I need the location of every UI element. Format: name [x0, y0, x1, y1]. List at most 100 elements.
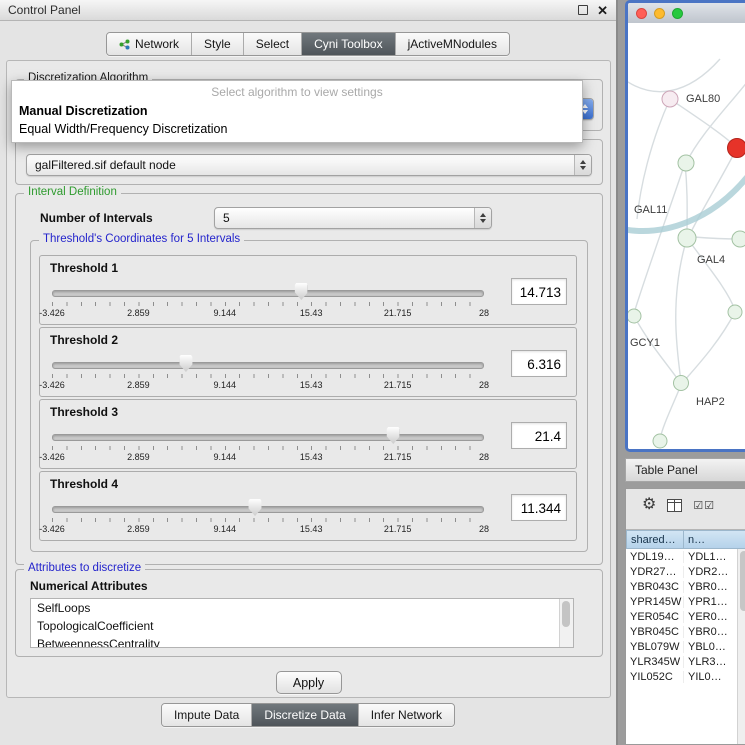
- slider-track[interactable]: [52, 290, 484, 297]
- tab-select[interactable]: Select: [243, 33, 301, 55]
- number-of-intervals-label: Number of Intervals: [40, 211, 153, 225]
- algorithm-dropdown-list: Select algorithm to view settings Manual…: [11, 80, 583, 143]
- node-gal4[interactable]: [678, 229, 696, 247]
- threshold-4-label: Threshold 4: [50, 477, 118, 491]
- apply-button[interactable]: Apply: [276, 671, 342, 694]
- tab-jactivemnodules[interactable]: jActiveMNodules: [395, 33, 509, 55]
- columns-icon[interactable]: [667, 499, 682, 512]
- interval-definition-group-title: Interval Definition: [24, 186, 121, 198]
- tab-infer-network[interactable]: Infer Network: [358, 704, 454, 726]
- slider-thumb[interactable]: [295, 283, 308, 300]
- threshold-3-slider[interactable]: -3.426 2.859 9.144 15.43 21.715 28: [52, 426, 484, 464]
- interval-definition-group: Interval Definition Number of Intervals …: [15, 193, 603, 565]
- tick-label: -3.426: [39, 524, 65, 534]
- top-tab-bar: Network Style Select Cyni Toolbox jActiv…: [0, 32, 616, 56]
- column-header-name[interactable]: n…: [684, 530, 745, 549]
- float-window-icon[interactable]: [578, 5, 588, 15]
- table-row[interactable]: YBR045C YBR0…: [626, 624, 745, 639]
- threshold-3-value-field[interactable]: 21.4: [511, 422, 567, 449]
- table-scrollbar[interactable]: [737, 549, 745, 744]
- table-row[interactable]: YBL079W YBL0…: [626, 639, 745, 654]
- node[interactable]: [653, 434, 667, 448]
- threshold-4-value-field[interactable]: 11.344: [511, 494, 567, 521]
- tick-label: 28: [479, 308, 489, 318]
- node-gcy1[interactable]: [628, 309, 641, 323]
- close-traffic-light-icon[interactable]: [636, 8, 647, 19]
- node-label-gal11: GAL11: [634, 204, 667, 216]
- tick-label: 21.715: [384, 452, 412, 462]
- tick-label: -3.426: [39, 452, 65, 462]
- table-row[interactable]: YDL19… YDL1…: [626, 549, 745, 564]
- table-panel-title: Table Panel: [635, 463, 698, 477]
- list-item[interactable]: BetweennessCentrality: [31, 635, 573, 648]
- slider-thumb[interactable]: [179, 355, 192, 372]
- slider-track[interactable]: [52, 362, 484, 369]
- slider-ticks: [52, 374, 484, 378]
- table-data-combo-value: galFiltered.sif default node: [35, 158, 574, 172]
- threshold-4-slider[interactable]: -3.426 2.859 9.144 15.43 21.715 28: [52, 498, 484, 536]
- select-rows-icons[interactable]: ☑☑: [693, 499, 715, 512]
- tick-label: 9.144: [214, 452, 237, 462]
- table-data-group: Table Data galFiltered.sif default node: [15, 139, 603, 185]
- table-row[interactable]: YBR043C YBR0…: [626, 579, 745, 594]
- threshold-1-value-field[interactable]: 14.713: [511, 278, 567, 305]
- list-item[interactable]: TopologicalCoefficient: [31, 617, 573, 635]
- gear-icon[interactable]: ⚙: [642, 497, 656, 513]
- list-scrollbar[interactable]: [559, 599, 573, 647]
- tab-style[interactable]: Style: [191, 33, 243, 55]
- dropdown-item-manual-discretization[interactable]: Manual Discretization: [12, 102, 582, 120]
- table-row[interactable]: YPR145W YPR1…: [626, 594, 745, 609]
- close-icon[interactable]: ✕: [597, 4, 608, 17]
- tick-label: 9.144: [214, 308, 237, 318]
- slider-thumb[interactable]: [387, 427, 400, 444]
- tick-label: 2.859: [127, 452, 150, 462]
- table-row[interactable]: YER054C YER0…: [626, 609, 745, 624]
- control-panel-titlebar[interactable]: Control Panel ✕: [0, 0, 616, 21]
- tick-label: 9.144: [214, 380, 237, 390]
- slider-ticks: [52, 302, 484, 306]
- tick-label: 28: [479, 380, 489, 390]
- slider-track[interactable]: [52, 434, 484, 441]
- threshold-2-slider[interactable]: -3.426 2.859 9.144 15.43 21.715 28: [52, 354, 484, 392]
- slider-track[interactable]: [52, 506, 484, 513]
- table-row[interactable]: YIL052C YIL0…: [626, 669, 745, 684]
- tab-impute-data[interactable]: Impute Data: [162, 704, 251, 726]
- list-item[interactable]: SelfLoops: [31, 599, 573, 617]
- dropdown-item-equal-width-frequency[interactable]: Equal Width/Frequency Discretization: [12, 120, 582, 138]
- numerical-attributes-list[interactable]: SelfLoops TopologicalCoefficient Between…: [30, 598, 574, 648]
- tab-discretize-data[interactable]: Discretize Data: [251, 704, 357, 726]
- tick-label: -3.426: [39, 380, 65, 390]
- tick-label: 15.43: [300, 380, 323, 390]
- node-hap2[interactable]: [674, 376, 689, 391]
- node[interactable]: [732, 231, 745, 247]
- tab-network[interactable]: Network: [107, 33, 191, 55]
- table-data-combo[interactable]: galFiltered.sif default node: [26, 154, 592, 176]
- threshold-2-panel: Threshold 2 -3.426 2.859 9.144 15.43 21.…: [39, 327, 577, 397]
- tick-label: 15.43: [300, 308, 323, 318]
- slider-thumb[interactable]: [249, 499, 262, 516]
- network-window-titlebar[interactable]: [628, 3, 745, 24]
- tick-label: 28: [479, 452, 489, 462]
- zoom-traffic-light-icon[interactable]: [672, 8, 683, 19]
- attributes-group: Attributes to discretize Numerical Attri…: [15, 569, 603, 657]
- network-view-window[interactable]: GAL80 GAL11 GAL4 GCY1 HAP2: [625, 0, 745, 452]
- tab-cyni-toolbox[interactable]: Cyni Toolbox: [301, 33, 394, 55]
- threshold-1-slider[interactable]: -3.426 2.859 9.144 15.43 21.715 28: [52, 282, 484, 320]
- node-label-hap2: HAP2: [696, 396, 725, 408]
- node[interactable]: [678, 155, 694, 171]
- table-row[interactable]: YDR27… YDR2…: [626, 564, 745, 579]
- cyni-toolbox-panel: Discretization Algorithm Select algorith…: [6, 60, 611, 698]
- network-canvas[interactable]: GAL80 GAL11 GAL4 GCY1 HAP2: [628, 23, 745, 449]
- node-table: shared… n… YDL19… YDL1… YDR27… YDR2… YBR…: [626, 529, 745, 744]
- table-row[interactable]: YLR345W YLR3…: [626, 654, 745, 669]
- dropdown-placeholder: Select algorithm to view settings: [12, 81, 582, 102]
- number-of-intervals-combo[interactable]: 5: [214, 207, 492, 229]
- minimize-traffic-light-icon[interactable]: [654, 8, 665, 19]
- node[interactable]: [728, 305, 742, 319]
- node-gal80[interactable]: [662, 91, 678, 107]
- threshold-2-value-field[interactable]: 6.316: [511, 350, 567, 377]
- node-red-selected[interactable]: [728, 139, 745, 158]
- column-header-shared-name[interactable]: shared…: [626, 530, 684, 549]
- table-panel-titlebar[interactable]: Table Panel: [625, 458, 745, 482]
- network-graph: GAL80 GAL11 GAL4 GCY1 HAP2: [628, 23, 745, 452]
